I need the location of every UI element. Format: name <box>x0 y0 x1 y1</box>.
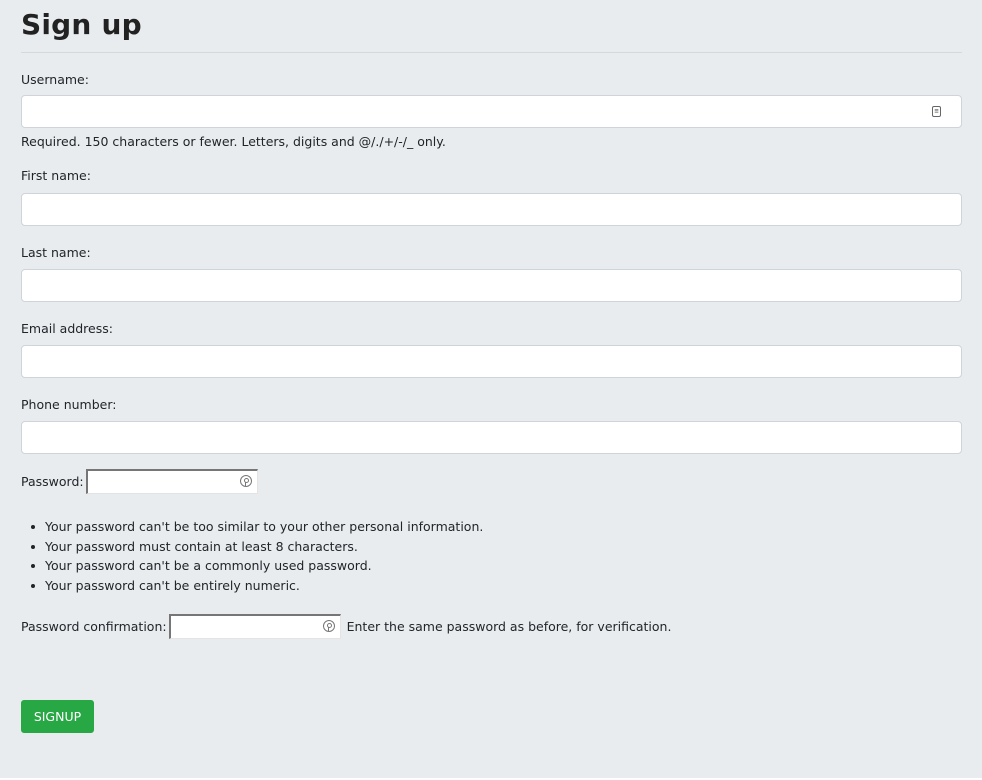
password-requirement-item: Your password must contain at least 8 ch… <box>30 537 483 557</box>
phone-input[interactable] <box>21 421 962 454</box>
password-requirement-item: Your password can't be entirely numeric. <box>30 576 483 596</box>
title-divider <box>21 52 962 53</box>
password-confirmation-help-text: Enter the same password as before, for v… <box>346 619 672 634</box>
key-icon[interactable] <box>322 620 335 632</box>
email-label: Email address: <box>21 321 113 336</box>
last-name-input[interactable] <box>21 269 962 302</box>
password-label: Password: <box>21 474 84 489</box>
page-title: Sign up <box>21 8 142 41</box>
password-confirmation-input[interactable] <box>168 614 341 639</box>
username-help-text: Required. 150 characters or fewer. Lette… <box>21 134 446 149</box>
password-confirmation-label: Password confirmation: <box>21 619 167 634</box>
password-requirement-item: Your password can't be a commonly used p… <box>30 556 483 576</box>
signup-page: Sign up Username: ≡ Required. 150 charac… <box>0 0 982 780</box>
last-name-label: Last name: <box>21 245 91 260</box>
signup-button[interactable]: SIGNUP <box>21 700 94 733</box>
phone-label: Phone number: <box>21 397 117 412</box>
username-input[interactable]: ≡ <box>21 95 962 128</box>
password-input[interactable] <box>85 469 258 494</box>
password-requirement-item: Your password can't be too similar to yo… <box>30 517 483 537</box>
contact-card-icon[interactable]: ≡ <box>932 106 941 117</box>
username-label: Username: <box>21 72 89 87</box>
password-requirements-list: Your password can't be too similar to yo… <box>30 517 483 596</box>
first-name-label: First name: <box>21 168 91 183</box>
password-row: Password: <box>21 469 258 494</box>
password-confirmation-row: Password confirmation: Enter the same pa… <box>21 614 671 639</box>
key-icon[interactable] <box>239 475 252 487</box>
first-name-input[interactable] <box>21 193 962 226</box>
email-input[interactable] <box>21 345 962 378</box>
